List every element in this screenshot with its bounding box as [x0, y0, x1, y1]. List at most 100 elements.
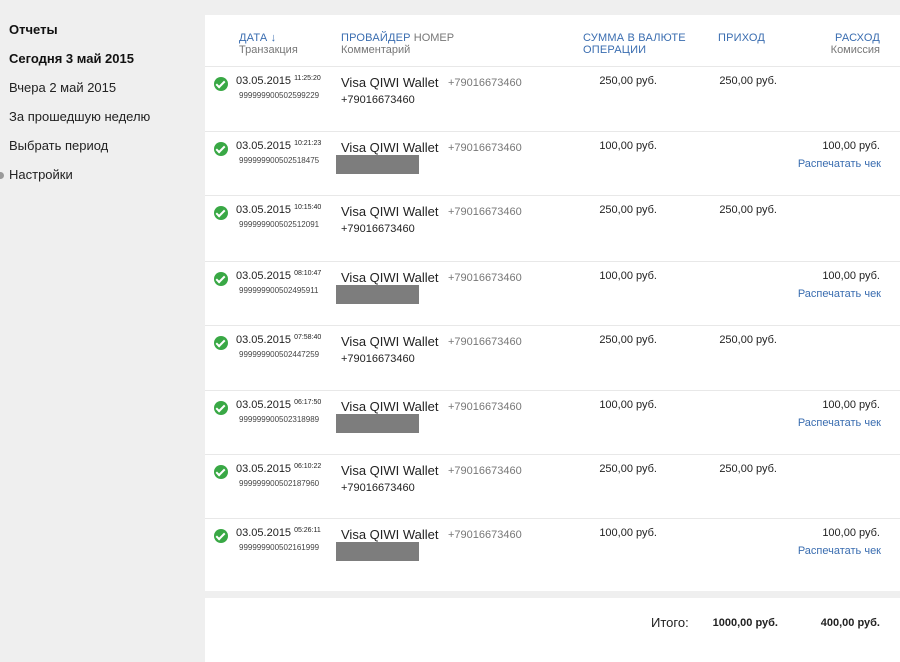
header-sum[interactable]: Сумма в валюте операции — [583, 32, 686, 56]
row-date: 03.05.2015 10:21:23 — [236, 140, 321, 152]
row-number: +79016673460 — [448, 142, 522, 154]
totals-label: Итого: — [651, 615, 689, 630]
row-sum: 100,00 руб. — [599, 399, 657, 411]
print-receipt-link[interactable]: Распечатать чек — [798, 417, 881, 429]
success-check-icon — [214, 529, 228, 543]
sidebar-item-today[interactable]: Сегодня 3 май 2015 — [9, 51, 134, 66]
header-expense[interactable]: Расход Комиссия — [831, 32, 880, 56]
success-check-icon — [214, 272, 228, 286]
row-sum: 250,00 руб. — [599, 334, 657, 346]
row-date-value: 03.05.2015 — [236, 463, 292, 475]
header-sum-line2[interactable]: операции — [583, 44, 686, 56]
sidebar-item-choose-period[interactable]: Выбрать период — [9, 138, 108, 153]
row-time: 10:21:23 — [294, 140, 322, 147]
table-row[interactable]: 03.05.2015 06:17:50 999999900502318989 Visa… — [205, 390, 900, 454]
row-date-value: 03.05.2015 — [236, 527, 292, 539]
sidebar-item-yesterday[interactable]: Вчера 2 май 2015 — [9, 80, 116, 95]
row-date-value: 03.05.2015 — [236, 75, 292, 87]
row-number: +79016673460 — [448, 401, 522, 413]
success-check-icon — [214, 336, 228, 350]
totals-expense: 400,00 руб. — [820, 617, 880, 629]
row-time: 05:26:11 — [294, 527, 321, 534]
row-expense: 100,00 руб. — [822, 270, 880, 282]
row-expense: 100,00 руб. — [822, 399, 880, 411]
sidebar-item-last-week[interactable]: За прошедшую неделю — [9, 109, 150, 124]
table-row[interactable]: 03.05.2015 06:10:22 999999900502187960 Visa… — [205, 454, 900, 518]
totals-bar: Итого: 1000,00 руб. 400,00 руб. — [205, 598, 900, 662]
redacted-comment — [336, 414, 419, 433]
row-time: 07:58:40 — [294, 334, 322, 341]
row-transaction-id: 999999900502599229 — [239, 91, 320, 100]
row-comment: +79016673460 — [341, 353, 415, 365]
row-sum: 250,00 руб. — [599, 463, 657, 475]
row-time: 11:25:20 — [294, 75, 321, 82]
row-transaction-id: 999999900502518475 — [239, 156, 320, 165]
row-number: +79016673460 — [448, 206, 522, 218]
row-transaction-id: 999999900502187960 — [239, 479, 320, 488]
row-sum: 250,00 руб. — [599, 75, 657, 87]
row-time: 06:17:50 — [294, 399, 322, 406]
table-row[interactable]: 03.05.2015 10:21:23 999999900502518475 Visa… — [205, 131, 900, 195]
redacted-comment — [336, 155, 419, 174]
row-transaction-id: 999999900502161999 — [239, 543, 320, 552]
row-comment: +79016673460 — [341, 94, 415, 106]
table-row[interactable]: 03.05.2015 11:25:20 999999900502599229 Visa… — [205, 66, 900, 130]
row-transaction-id: 999999900502318989 — [239, 415, 320, 424]
header-provider-label[interactable]: Провайдер — [341, 32, 411, 44]
row-date: 03.05.2015 06:17:50 — [236, 399, 321, 411]
success-check-icon — [214, 77, 228, 91]
header-sum-line1[interactable]: Сумма в валюте — [583, 32, 686, 44]
row-provider: Visa QIWI Wallet — [341, 399, 439, 414]
header-expense-label[interactable]: Расход — [831, 32, 880, 44]
settings-bullet-icon — [0, 172, 4, 179]
table-row[interactable]: 03.05.2015 05:26:11 999999900502161999 Visa… — [205, 518, 900, 582]
row-provider: Visa QIWI Wallet — [341, 270, 439, 285]
row-provider: Visa QIWI Wallet — [341, 75, 439, 90]
row-income: 250,00 руб. — [719, 75, 777, 87]
row-income: 250,00 руб. — [719, 204, 777, 216]
row-date-value: 03.05.2015 — [236, 270, 292, 282]
row-transaction-id: 999999900502495911 — [239, 286, 319, 295]
table-row[interactable]: 03.05.2015 07:58:40 999999900502447259 Visa… — [205, 325, 900, 389]
transactions-panel: Дата ↓ Транзакция Провайдер Номер Коммен… — [205, 15, 900, 591]
header-date[interactable]: Дата ↓ Транзакция — [239, 32, 298, 56]
row-provider: Visa QIWI Wallet — [341, 204, 439, 219]
row-date: 03.05.2015 07:58:40 — [236, 334, 321, 346]
row-sum: 250,00 руб. — [599, 204, 657, 216]
row-sum: 100,00 руб. — [599, 270, 657, 282]
row-number: +79016673460 — [448, 465, 522, 477]
header-number-label: Номер — [413, 32, 455, 44]
success-check-icon — [214, 142, 228, 156]
redacted-comment — [336, 285, 419, 304]
row-date-value: 03.05.2015 — [236, 399, 292, 411]
header-commission-label: Комиссия — [830, 44, 880, 56]
header-income-label[interactable]: Приход — [718, 32, 765, 44]
table-row[interactable]: 03.05.2015 10:15:40 999999900502512091 Visa… — [205, 195, 900, 259]
row-date-value: 03.05.2015 — [236, 140, 292, 152]
header-date-label[interactable]: Дата ↓ — [239, 32, 298, 44]
header-transaction-label: Транзакция — [239, 44, 298, 56]
row-sum: 100,00 руб. — [599, 140, 657, 152]
row-income: 250,00 руб. — [719, 463, 777, 475]
print-receipt-link[interactable]: Распечатать чек — [798, 545, 881, 557]
row-transaction-id: 999999900502447259 — [239, 350, 320, 359]
row-expense: 100,00 руб. — [822, 527, 880, 539]
table-row[interactable]: 03.05.2015 08:10:47 999999900502495911 Visa… — [205, 261, 900, 325]
row-provider: Visa QIWI Wallet — [341, 140, 439, 155]
sidebar-title: Отчеты — [9, 22, 58, 37]
sidebar: Отчеты Сегодня 3 май 2015 Вчера 2 май 20… — [0, 0, 200, 662]
row-provider: Visa QIWI Wallet — [341, 463, 439, 478]
row-transaction-id: 999999900502512091 — [239, 220, 320, 229]
totals-income: 1000,00 руб. — [712, 617, 778, 629]
redacted-comment — [336, 542, 419, 561]
row-number: +79016673460 — [448, 272, 522, 284]
print-receipt-link[interactable]: Распечатать чек — [798, 158, 881, 170]
print-receipt-link[interactable]: Распечатать чек — [798, 288, 881, 300]
row-number: +79016673460 — [448, 336, 522, 348]
success-check-icon — [214, 401, 228, 415]
row-time: 06:10:22 — [294, 463, 322, 470]
header-income[interactable]: Приход — [718, 32, 765, 44]
sidebar-item-settings[interactable]: Настройки — [9, 167, 73, 182]
row-sum: 100,00 руб. — [599, 527, 657, 539]
row-expense: 100,00 руб. — [822, 140, 880, 152]
